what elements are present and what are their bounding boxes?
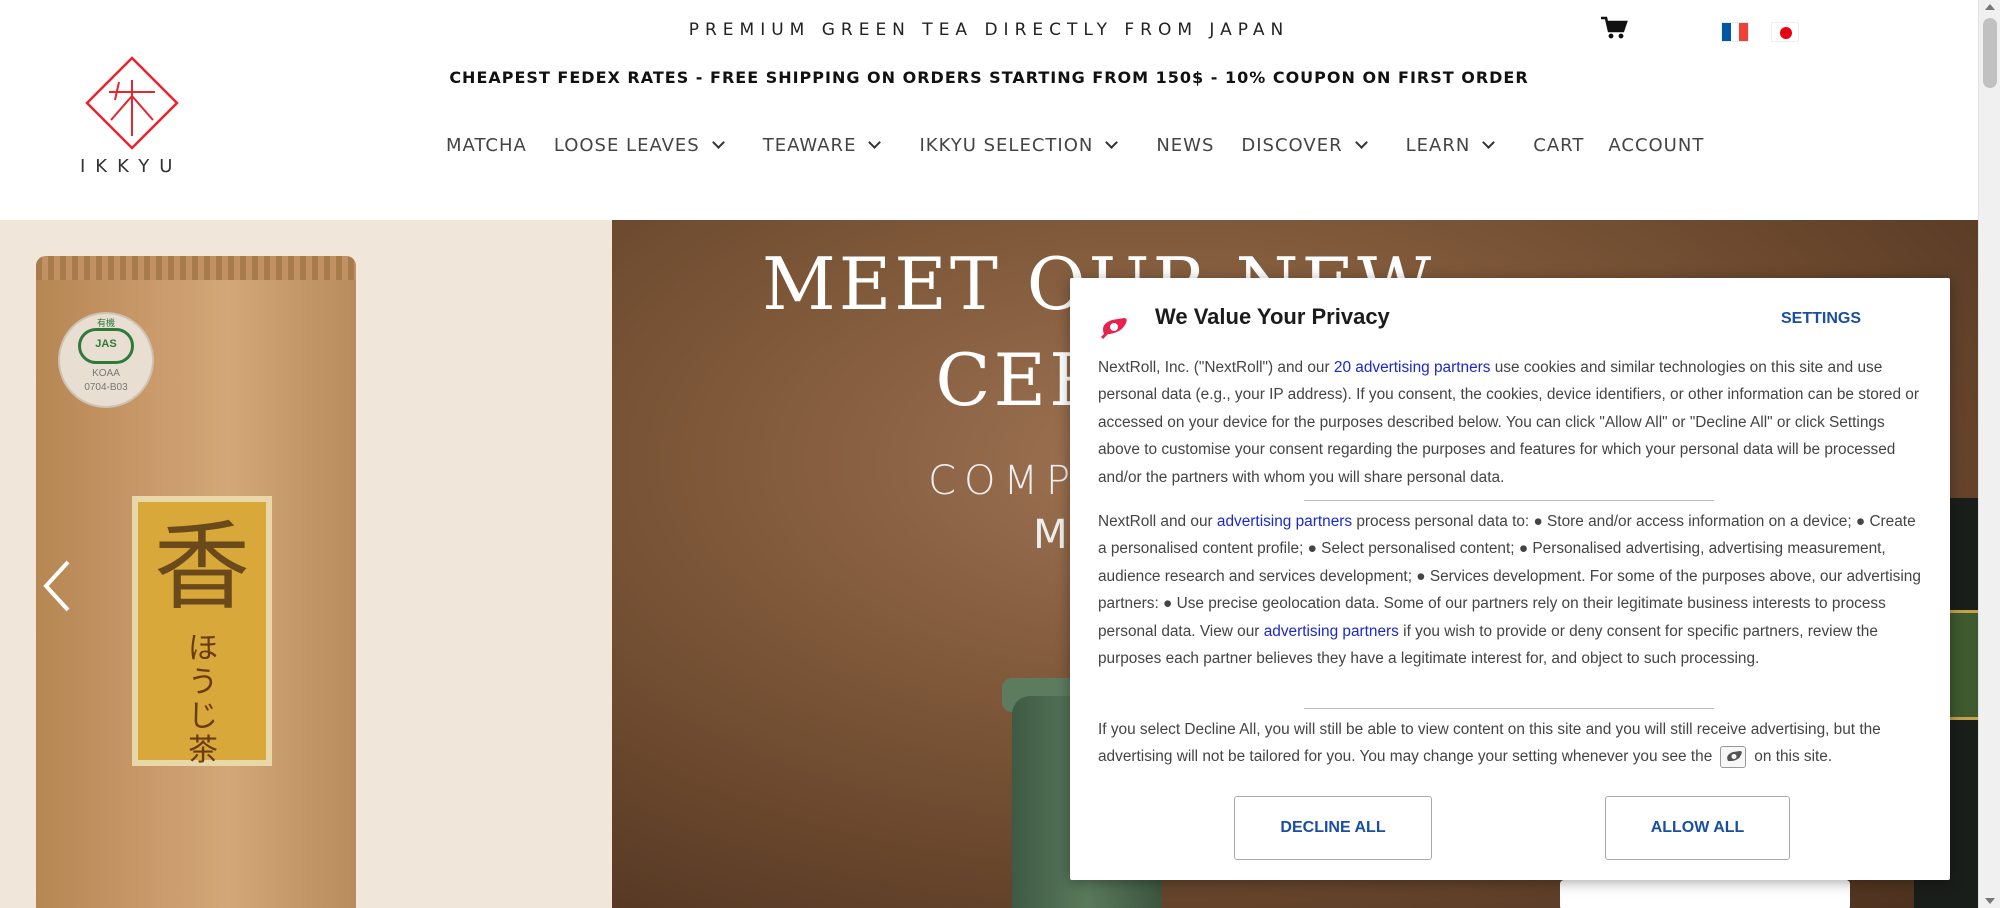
nav-teaware[interactable]: TEAWARE [762,134,882,156]
chevron-down-icon [1354,135,1368,149]
jas-seal-text: 有機 [96,318,115,328]
chevron-down-icon [711,135,725,149]
scroll-up-icon[interactable] [1985,4,1995,10]
chevron-down-icon [1482,135,1496,149]
page-scrollbar[interactable] [1978,0,2000,908]
jas-seal: 有機 JAS KOAA 0704-B03 [58,312,154,408]
japan-flag-icon[interactable] [1771,22,1799,42]
nav-account[interactable]: ACCOUNT [1608,135,1704,156]
nav-label: LEARN [1405,134,1471,156]
dialog-title: We Value Your Privacy [1155,304,1390,329]
consent-paragraph-3: If you select Decline All, you will stil… [1098,716,1928,771]
site-header: PREMIUM GREEN TEA DIRECTLY FROM JAPAN CH… [0,0,1978,220]
text: use cookies and similar technologies on … [1098,359,1919,486]
text: NextRoll, Inc. ("NextRoll") and our [1098,359,1334,376]
nav-cart[interactable]: CART [1533,135,1584,156]
ikkyu-logo[interactable]: IKKYU [80,56,184,177]
main-nav: MATCHA LOOSE LEAVES TEAWARE IKKYU SELECT… [446,132,1704,158]
text: on this site. [1754,748,1833,766]
advertising-partners-link[interactable]: advertising partners [1217,513,1352,530]
settings-button[interactable]: SETTINGS [1781,310,1861,328]
consent-paragraph-2: NextRoll and our advertising partners pr… [1098,508,1928,672]
france-flag-icon[interactable] [1721,22,1749,42]
consent-paragraph-1: NextRoll, Inc. ("NextRoll") and our 20 a… [1098,354,1928,491]
advertising-partners-link[interactable]: 20 advertising partners [1334,359,1491,376]
nav-label: ACCOUNT [1608,134,1705,156]
chevron-down-icon [868,135,882,149]
nav-matcha[interactable]: MATCHA [446,135,527,156]
nav-label: CART [1533,134,1585,156]
privacy-consent-dialog: We Value Your Privacy SETTINGS NextRoll,… [1070,278,1950,880]
chevron-down-icon [1105,135,1119,149]
nav-learn[interactable]: LEARN [1405,134,1496,156]
nav-label: TEAWARE [762,134,857,156]
nav-news[interactable]: NEWS [1156,135,1214,156]
divider [1304,500,1714,501]
shipping-banner: CHEAPEST FEDEX RATES - FREE SHIPPING ON … [449,68,1529,87]
consent-settings-icon [1720,746,1747,769]
logo-text: IKKYU [80,156,183,177]
nextroll-logo-icon [1100,318,1127,340]
nav-discover[interactable]: DISCOVER [1241,134,1368,156]
decline-all-button[interactable]: DECLINE ALL [1234,796,1432,860]
nav-label: NEWS [1156,134,1215,156]
scroll-thumb[interactable] [1983,18,1997,88]
nav-loose-leaves[interactable]: LOOSE LEAVES [553,134,725,156]
product-label: 香 ほうじ茶 [132,496,272,767]
nav-label: MATCHA [446,134,527,156]
jas-seal-text: 0704-B03 [84,382,128,393]
text: process personal data to: ● Store and/or… [1098,513,1921,640]
nav-label: DISCOVER [1241,134,1343,156]
label-text: ほうじ茶 [188,632,218,767]
scroll-down-icon[interactable] [1985,898,1995,904]
tea-bag-image: 有機 JAS KOAA 0704-B03 香 ほうじ茶 [36,256,356,908]
slider-prev-icon[interactable] [38,556,78,616]
shopping-cart-icon[interactable] [1600,16,1628,40]
divider [1304,708,1714,709]
logo-mark-icon [85,56,179,150]
nav-label: LOOSE LEAVES [553,134,700,156]
jas-seal-text: KOAA [92,368,120,379]
promo-card [1560,880,1850,908]
jas-seal-text: JAS [95,338,117,350]
hero-product-image: 有機 JAS KOAA 0704-B03 香 ほうじ茶 [0,220,612,908]
text: NextRoll and our [1098,513,1217,530]
nav-ikkyu-selection[interactable]: IKKYU SELECTION [919,134,1119,156]
allow-all-button[interactable]: ALLOW ALL [1605,796,1790,860]
tagline: PREMIUM GREEN TEA DIRECTLY FROM JAPAN [688,20,1290,40]
nav-label: IKKYU SELECTION [919,134,1094,156]
advertising-partners-link[interactable]: advertising partners [1264,623,1399,640]
